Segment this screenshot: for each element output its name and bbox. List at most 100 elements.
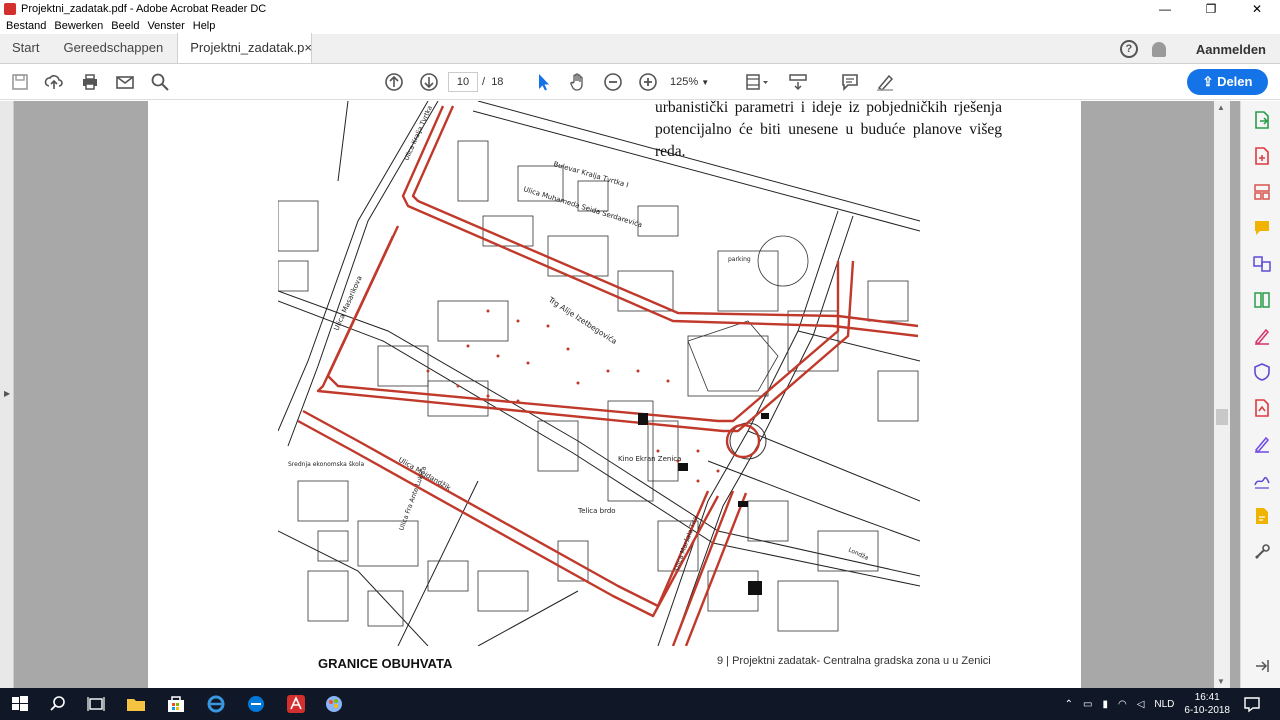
map-label-school: Srednja ekonomska škola bbox=[288, 461, 364, 468]
collapse-panel-icon[interactable] bbox=[1253, 657, 1271, 675]
upload-icon[interactable] bbox=[44, 72, 64, 92]
tab-home[interactable]: Start bbox=[0, 33, 51, 63]
protect-shield-icon[interactable] bbox=[1253, 363, 1271, 381]
close-button[interactable]: ✕ bbox=[1234, 0, 1280, 18]
organize-pages-icon[interactable] bbox=[1253, 183, 1271, 201]
more-tools-icon[interactable] bbox=[1253, 543, 1271, 561]
page-total: / 18 bbox=[482, 76, 503, 88]
scroll-up-icon[interactable]: ▲ bbox=[1217, 103, 1225, 112]
prev-page-icon[interactable] bbox=[384, 72, 404, 92]
wifi-icon[interactable]: ◠ bbox=[1118, 699, 1127, 710]
language-indicator[interactable]: NLD bbox=[1154, 699, 1174, 710]
search-taskbar-icon[interactable] bbox=[46, 692, 70, 716]
acrobat-icon bbox=[4, 3, 16, 15]
menu-file[interactable]: Bestand bbox=[6, 20, 46, 32]
chevron-right-icon: ▶ bbox=[4, 389, 11, 398]
acrobat-taskbar-icon[interactable] bbox=[284, 692, 308, 716]
boundary-map: Bulevar Kralja Tvrtka I Ulica Muhameda S… bbox=[278, 101, 920, 646]
paint-icon[interactable] bbox=[322, 692, 346, 716]
highlight-pen-icon[interactable] bbox=[875, 72, 895, 92]
tab-document[interactable]: Projektni_zadatak.p × bbox=[177, 33, 313, 63]
clock-time: 16:41 bbox=[1194, 692, 1220, 703]
page-separator: / bbox=[482, 76, 486, 88]
menu-view[interactable]: Beeld bbox=[111, 20, 139, 32]
page-count: 18 bbox=[491, 76, 504, 88]
maximize-button[interactable]: ❐ bbox=[1188, 0, 1234, 18]
menu-help[interactable]: Help bbox=[193, 20, 216, 32]
pdf-page: Bulevar Kralja Tvrtka I Ulica Muhameda S… bbox=[148, 99, 1081, 688]
zoom-out-icon[interactable] bbox=[603, 72, 623, 92]
battery-icon[interactable]: ▮ bbox=[1102, 699, 1108, 710]
tray-chevron-icon[interactable]: ⌃ bbox=[1065, 699, 1073, 710]
signin-button[interactable]: Aanmelden bbox=[1196, 42, 1266, 57]
zoom-in-icon[interactable] bbox=[638, 72, 658, 92]
page-footer: 9 | Projektni zadatak- Centralna gradska… bbox=[717, 655, 991, 667]
tab-bar: Start Gereedschappen Projektni_zadatak.p… bbox=[0, 33, 1280, 64]
clock-date: 6-10-2018 bbox=[1184, 705, 1230, 716]
vertical-scrollbar[interactable]: ▲ ▼ bbox=[1214, 101, 1230, 688]
select-cursor-icon[interactable] bbox=[533, 72, 553, 92]
file-explorer-icon[interactable] bbox=[124, 692, 148, 716]
volume-icon[interactable]: ◁ bbox=[1137, 699, 1145, 710]
ie-icon[interactable] bbox=[204, 692, 228, 716]
menu-bar: Bestand Bewerken Beeld Venster Help bbox=[0, 18, 1280, 34]
send-for-signature-icon[interactable] bbox=[1253, 435, 1271, 453]
account-area: ? Aanmelden bbox=[1119, 34, 1266, 64]
menu-edit[interactable]: Bewerken bbox=[54, 20, 103, 32]
figure-caption: GRANICE OBUHVATA bbox=[318, 656, 453, 671]
share-label: Delen bbox=[1217, 74, 1253, 89]
window-title: Projektni_zadatak.pdf - Adobe Acrobat Re… bbox=[21, 3, 267, 15]
combine-files-icon[interactable] bbox=[1253, 255, 1271, 273]
tab-close-icon[interactable]: × bbox=[304, 33, 312, 63]
send-track-icon[interactable] bbox=[1253, 507, 1271, 525]
bell-icon[interactable] bbox=[1151, 41, 1166, 57]
share-button[interactable]: ⇪ Delen bbox=[1187, 69, 1268, 95]
optimize-pdf-icon[interactable] bbox=[1253, 399, 1271, 417]
system-tray: ⌃ ▭ ▮ ◠ ◁ NLD 16:41 6-10-2018 bbox=[1065, 688, 1230, 720]
scroll-down-icon[interactable]: ▼ bbox=[1217, 677, 1225, 686]
next-page-icon[interactable] bbox=[419, 72, 439, 92]
windows-taskbar: ⌃ ▭ ▮ ◠ ◁ NLD 16:41 6-10-2018 bbox=[0, 688, 1280, 720]
comment-tool-icon[interactable] bbox=[1253, 219, 1271, 237]
page-number-input[interactable]: 10 bbox=[448, 72, 478, 92]
network-icon[interactable]: ▭ bbox=[1083, 699, 1092, 710]
scrollbar-thumb[interactable] bbox=[1216, 409, 1228, 425]
mail-icon[interactable] bbox=[115, 72, 135, 92]
chevron-down-icon: ▼ bbox=[701, 78, 710, 87]
compare-files-icon[interactable] bbox=[1253, 291, 1271, 309]
search-icon[interactable] bbox=[150, 72, 170, 92]
tools-panel bbox=[1240, 101, 1280, 688]
minimize-button[interactable]: — bbox=[1142, 0, 1188, 18]
window-controls: — ❐ ✕ bbox=[1142, 0, 1280, 18]
fill-sign-icon[interactable] bbox=[1253, 327, 1271, 345]
create-pdf-icon[interactable] bbox=[1253, 147, 1271, 165]
menu-window[interactable]: Venster bbox=[147, 20, 184, 32]
share-icon: ⇪ bbox=[1202, 74, 1214, 89]
left-panel-toggle[interactable]: ▶ bbox=[0, 101, 14, 688]
body-paragraph: urbanistički parametri i ideje iz pobjed… bbox=[655, 99, 1002, 160]
tab-tools[interactable]: Gereedschappen bbox=[51, 33, 175, 63]
certificates-icon[interactable] bbox=[1253, 471, 1271, 489]
map-label-cinema: Kino Ekran Zenica bbox=[618, 455, 681, 463]
toolbar: 10 / 18 125% ▼ bbox=[0, 64, 1280, 100]
hand-tool-icon[interactable] bbox=[568, 72, 588, 92]
map-label-hill: Telica brdo bbox=[577, 507, 616, 515]
title-bar: Projektni_zadatak.pdf - Adobe Acrobat Re… bbox=[0, 0, 1280, 18]
comment-icon[interactable] bbox=[840, 72, 860, 92]
clock[interactable]: 16:41 6-10-2018 bbox=[1184, 691, 1230, 717]
zoom-value: 125% bbox=[670, 76, 699, 88]
fit-page-icon[interactable] bbox=[744, 72, 770, 92]
tab-document-label: Projektni_zadatak.p bbox=[190, 40, 305, 55]
edge-icon[interactable] bbox=[244, 692, 268, 716]
windows-start-icon[interactable] bbox=[8, 692, 32, 716]
save-icon[interactable] bbox=[10, 72, 30, 92]
task-view-icon[interactable] bbox=[84, 692, 108, 716]
export-pdf-icon[interactable] bbox=[1253, 111, 1271, 129]
help-icon[interactable]: ? bbox=[1119, 40, 1138, 58]
map-label-parking: parking bbox=[728, 256, 751, 263]
zoom-select[interactable]: 125% ▼ bbox=[670, 72, 722, 92]
print-icon[interactable] bbox=[80, 72, 100, 92]
notification-icon[interactable] bbox=[1240, 692, 1264, 716]
store-icon[interactable] bbox=[164, 692, 188, 716]
scroll-mode-icon[interactable] bbox=[788, 72, 808, 92]
